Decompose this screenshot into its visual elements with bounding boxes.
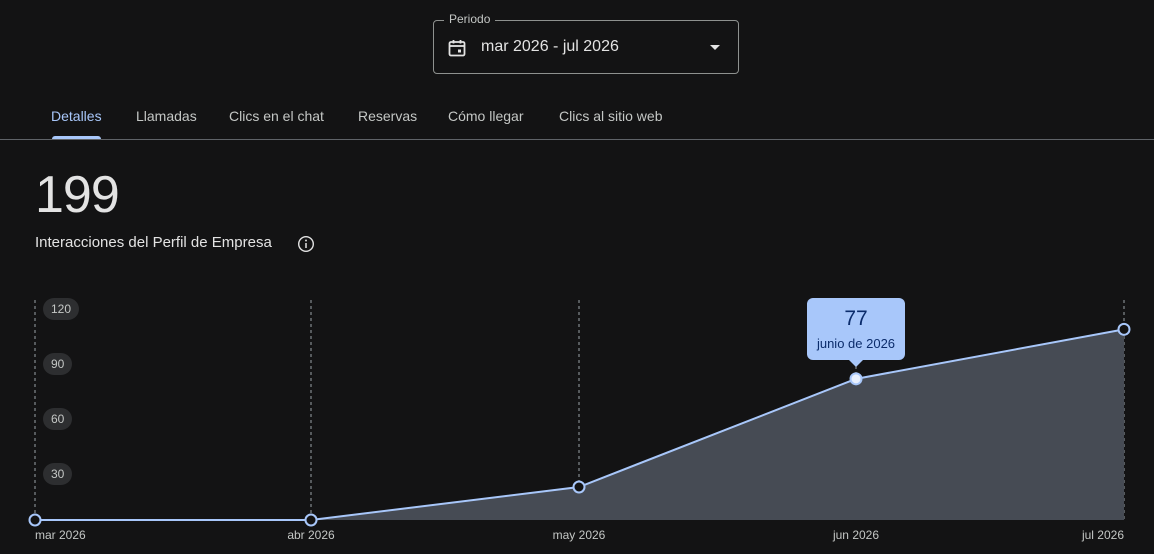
- x-tick-label: mar 2026: [35, 528, 86, 542]
- tab-reservas[interactable]: Reservas: [358, 108, 417, 124]
- interactions-label: Interacciones del Perfil de Empresa: [35, 234, 272, 251]
- info-icon[interactable]: [297, 235, 315, 253]
- period-label: Periodo: [444, 12, 496, 26]
- tab-como-llegar[interactable]: Cómo llegar: [448, 108, 523, 124]
- tab-bar: Detalles Llamadas Clics en el chat Reser…: [0, 96, 1154, 140]
- tabs-divider: [0, 139, 1154, 140]
- performance-page: Periodo mar 2026 - jul 2026 Detalles Lla…: [0, 0, 1154, 554]
- data-point[interactable]: [1117, 322, 1131, 336]
- tooltip-date: junio de 2026: [816, 336, 896, 351]
- data-point[interactable]: [304, 513, 318, 527]
- chart-canvas: [28, 300, 1131, 527]
- interactions-chart: 120 90 60 30 mar 2026 abr 2026 may 2026 jun 20…: [0, 280, 1154, 554]
- interactions-total: 199: [35, 166, 120, 224]
- tab-clics-sitio-web[interactable]: Clics al sitio web: [559, 108, 662, 124]
- period-select[interactable]: Periodo mar 2026 - jul 2026: [433, 12, 739, 74]
- tooltip-value: 77: [844, 307, 868, 330]
- chevron-down-icon: [710, 45, 720, 50]
- tab-clics-chat[interactable]: Clics en el chat: [229, 108, 324, 124]
- x-tick-label: may 2026: [552, 528, 606, 542]
- tab-llamadas[interactable]: Llamadas: [136, 108, 197, 124]
- y-tick-label: 120: [43, 298, 80, 320]
- data-point-highlighted[interactable]: [849, 372, 863, 386]
- data-point[interactable]: [572, 480, 586, 494]
- x-tick-label: jun 2026: [832, 528, 880, 542]
- calendar-icon: [448, 40, 466, 57]
- y-tick-label: 60: [43, 408, 73, 430]
- y-tick-label: 30: [43, 463, 73, 485]
- chart-tooltip: 77 junio de 2026: [807, 298, 905, 367]
- period-value: mar 2026 - jul 2026: [481, 38, 619, 55]
- y-tick-label: 90: [43, 353, 73, 375]
- data-point[interactable]: [28, 513, 42, 527]
- x-tick-label: abr 2026: [287, 528, 335, 542]
- tab-detalles[interactable]: Detalles: [51, 108, 102, 124]
- x-tick-label: jul 2026: [1081, 528, 1124, 542]
